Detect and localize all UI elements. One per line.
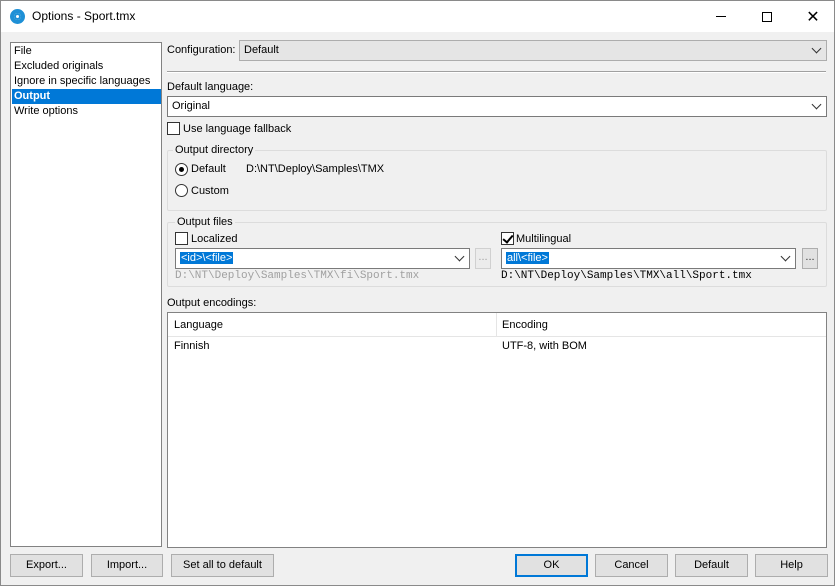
use-fallback-label[interactable]: Use language fallback xyxy=(183,123,291,135)
default-language-label: Default language: xyxy=(167,81,254,93)
close-icon: ✕ xyxy=(806,6,820,26)
default-language-combo[interactable]: Original xyxy=(167,96,827,117)
maximize-icon xyxy=(762,11,772,22)
default-directory-label[interactable]: Default xyxy=(191,163,226,175)
multilingual-pattern-combo[interactable]: all\<file> xyxy=(501,248,796,269)
output-encodings-label: Output encodings: xyxy=(167,297,257,309)
localized-pattern-value: <id>\<file> xyxy=(180,252,234,264)
multilingual-browse-button[interactable]: ... xyxy=(802,248,818,269)
localized-browse-button[interactable]: ... xyxy=(475,248,491,269)
category-item-write-options[interactable]: Write options xyxy=(12,104,161,119)
options-dialog: Options - Sport.tmx ✕ File Excluded orig… xyxy=(0,0,835,586)
output-encodings-table[interactable]: Language Encoding Finnish UTF-8, with BO… xyxy=(167,312,827,548)
multilingual-path: D:\NT\Deploy\Samples\TMX\all\Sport.tmx xyxy=(501,270,752,282)
default-language-value: Original xyxy=(172,100,210,112)
use-fallback-checkbox[interactable] xyxy=(167,122,180,135)
chevron-down-icon xyxy=(454,251,465,262)
output-directory-group xyxy=(167,150,827,211)
cancel-button[interactable]: Cancel xyxy=(595,554,668,577)
default-button[interactable]: Default xyxy=(675,554,748,577)
output-directory-title: Output directory xyxy=(173,144,256,156)
help-button[interactable]: Help xyxy=(755,554,828,577)
separator xyxy=(167,71,826,73)
ok-button[interactable]: OK xyxy=(515,554,588,577)
column-header-language[interactable]: Language xyxy=(174,319,223,331)
chevron-down-icon xyxy=(811,99,822,110)
app-icon xyxy=(10,9,25,24)
table-row-encoding[interactable]: UTF-8, with BOM xyxy=(502,340,587,352)
configuration-label: Configuration: xyxy=(167,44,236,56)
maximize-button[interactable] xyxy=(744,1,790,32)
table-row[interactable]: Finnish xyxy=(174,340,494,352)
configuration-combo[interactable]: Default xyxy=(239,40,827,61)
output-files-title: Output files xyxy=(175,216,235,228)
category-item-output[interactable]: Output xyxy=(12,89,161,104)
multilingual-checkbox[interactable] xyxy=(501,232,514,245)
chevron-down-icon xyxy=(780,251,791,262)
table-header: Language Encoding xyxy=(168,313,826,337)
minimize-icon xyxy=(716,16,726,17)
window-title: Options - Sport.tmx xyxy=(32,9,136,23)
row-language: Finnish xyxy=(174,340,210,352)
custom-directory-label[interactable]: Custom xyxy=(191,185,229,197)
configuration-value: Default xyxy=(244,44,279,56)
minimize-button[interactable] xyxy=(698,1,744,32)
category-item-file[interactable]: File xyxy=(12,44,161,59)
category-item-ignore-languages[interactable]: Ignore in specific languages xyxy=(12,74,161,89)
title-bar: Options - Sport.tmx ✕ xyxy=(1,1,834,32)
custom-directory-radio[interactable] xyxy=(175,184,188,197)
import-button[interactable]: Import... xyxy=(91,554,163,577)
column-separator[interactable] xyxy=(496,313,497,337)
multilingual-pattern-value: all\<file> xyxy=(506,252,549,264)
localized-label[interactable]: Localized xyxy=(191,233,237,245)
default-directory-path: D:\NT\Deploy\Samples\TMX xyxy=(246,163,385,175)
close-button[interactable]: ✕ xyxy=(790,1,835,32)
multilingual-label[interactable]: Multilingual xyxy=(516,233,571,245)
column-header-encoding[interactable]: Encoding xyxy=(502,319,548,331)
row-encoding: UTF-8, with BOM xyxy=(502,340,587,352)
chevron-down-icon xyxy=(811,43,822,54)
localized-checkbox[interactable] xyxy=(175,232,188,245)
export-button[interactable]: Export... xyxy=(10,554,83,577)
localized-pattern-combo[interactable]: <id>\<file> xyxy=(175,248,470,269)
category-list[interactable]: File Excluded originals Ignore in specif… xyxy=(10,42,162,547)
set-all-default-button[interactable]: Set all to default xyxy=(171,554,274,577)
localized-path: D:\NT\Deploy\Samples\TMX\fi\Sport.tmx xyxy=(175,270,420,282)
category-item-excluded-originals[interactable]: Excluded originals xyxy=(12,59,161,74)
default-directory-radio[interactable] xyxy=(175,163,188,176)
